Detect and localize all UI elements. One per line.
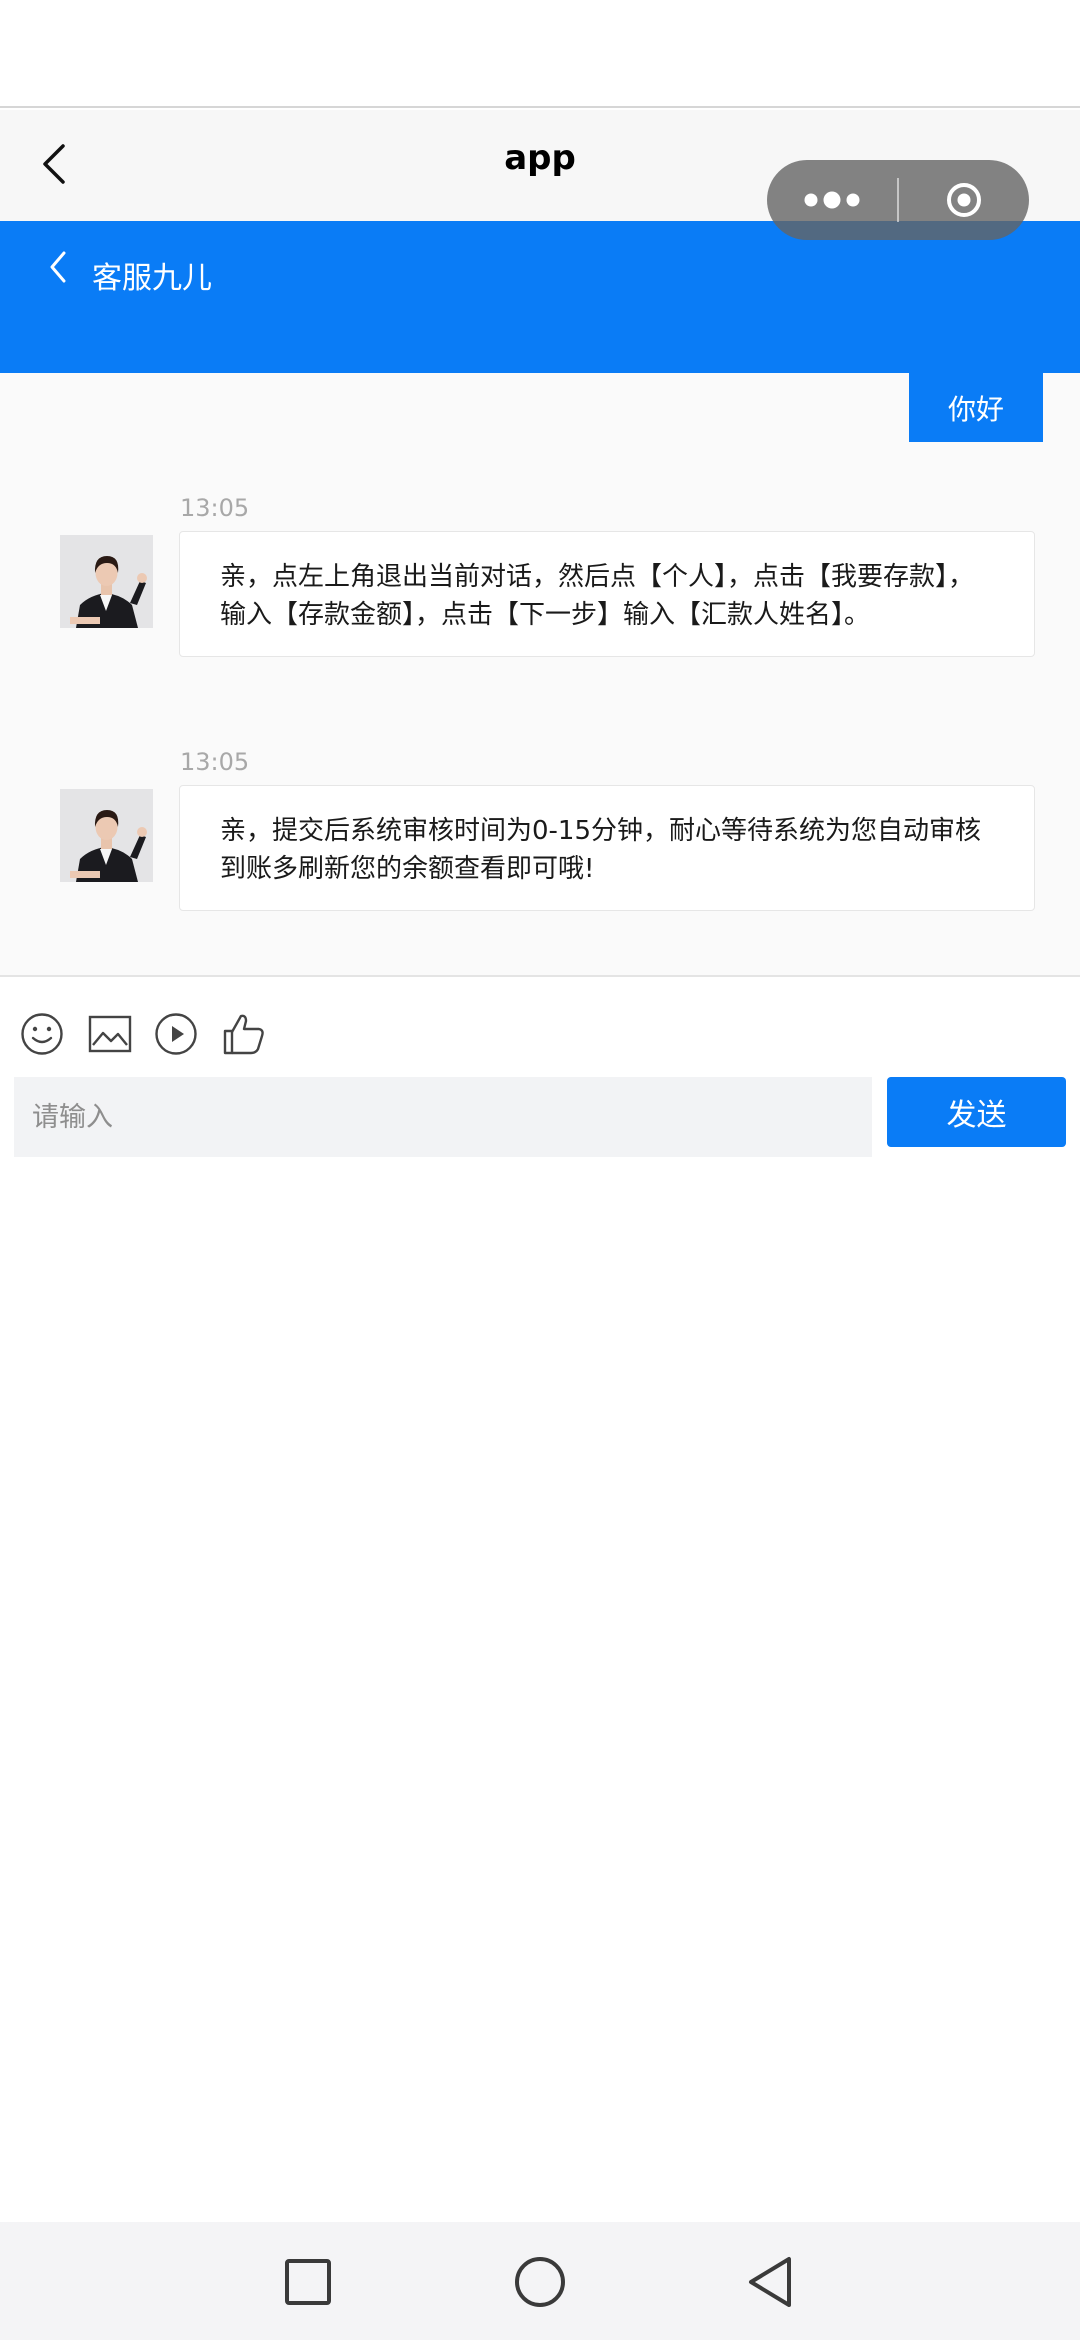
- image-icon[interactable]: [86, 1010, 134, 1058]
- avatar[interactable]: [60, 535, 153, 628]
- thumbs-up-icon[interactable]: [220, 1010, 268, 1058]
- message-bubble-incoming: 亲，提交后系统审核时间为0-15分钟，耐心等待系统为您自动审核到账多刷新您的余额…: [179, 785, 1035, 911]
- composer-toolbar: [0, 1010, 300, 1060]
- video-play-icon[interactable]: [152, 1010, 200, 1058]
- message-bubble-incoming: 亲，点左上角退出当前对话，然后点【个人】，点击【我要存款】，输入【存款金额】，点…: [179, 531, 1035, 657]
- chat-title: 客服九儿: [92, 261, 212, 296]
- more-dots-icon[interactable]: [767, 160, 897, 240]
- message-list[interactable]: 你好 13:05 亲，点左上角退出当前对话，然后点【个人】，点击【我要存款】，输…: [0, 373, 1080, 977]
- avatar[interactable]: [60, 789, 153, 882]
- message-timestamp: 13:05: [180, 748, 250, 776]
- emoji-icon[interactable]: [18, 1010, 66, 1058]
- back-triangle-icon[interactable]: [738, 2250, 802, 2314]
- send-button[interactable]: 发送: [887, 1077, 1066, 1147]
- recent-apps-square-icon[interactable]: [276, 2250, 340, 2314]
- chat-header: 客服九儿: [0, 221, 1080, 373]
- home-circle-icon[interactable]: [508, 2250, 572, 2314]
- status-bar-area: [0, 0, 1080, 108]
- message-input[interactable]: [14, 1077, 872, 1157]
- system-navigation-bar: [0, 2222, 1080, 2340]
- mini-program-capsule: [767, 160, 1029, 240]
- chevron-left-icon[interactable]: [40, 245, 76, 289]
- message-bubble-outgoing: 你好: [909, 373, 1043, 442]
- message-timestamp: 13:05: [180, 494, 250, 522]
- target-close-icon[interactable]: [899, 160, 1029, 240]
